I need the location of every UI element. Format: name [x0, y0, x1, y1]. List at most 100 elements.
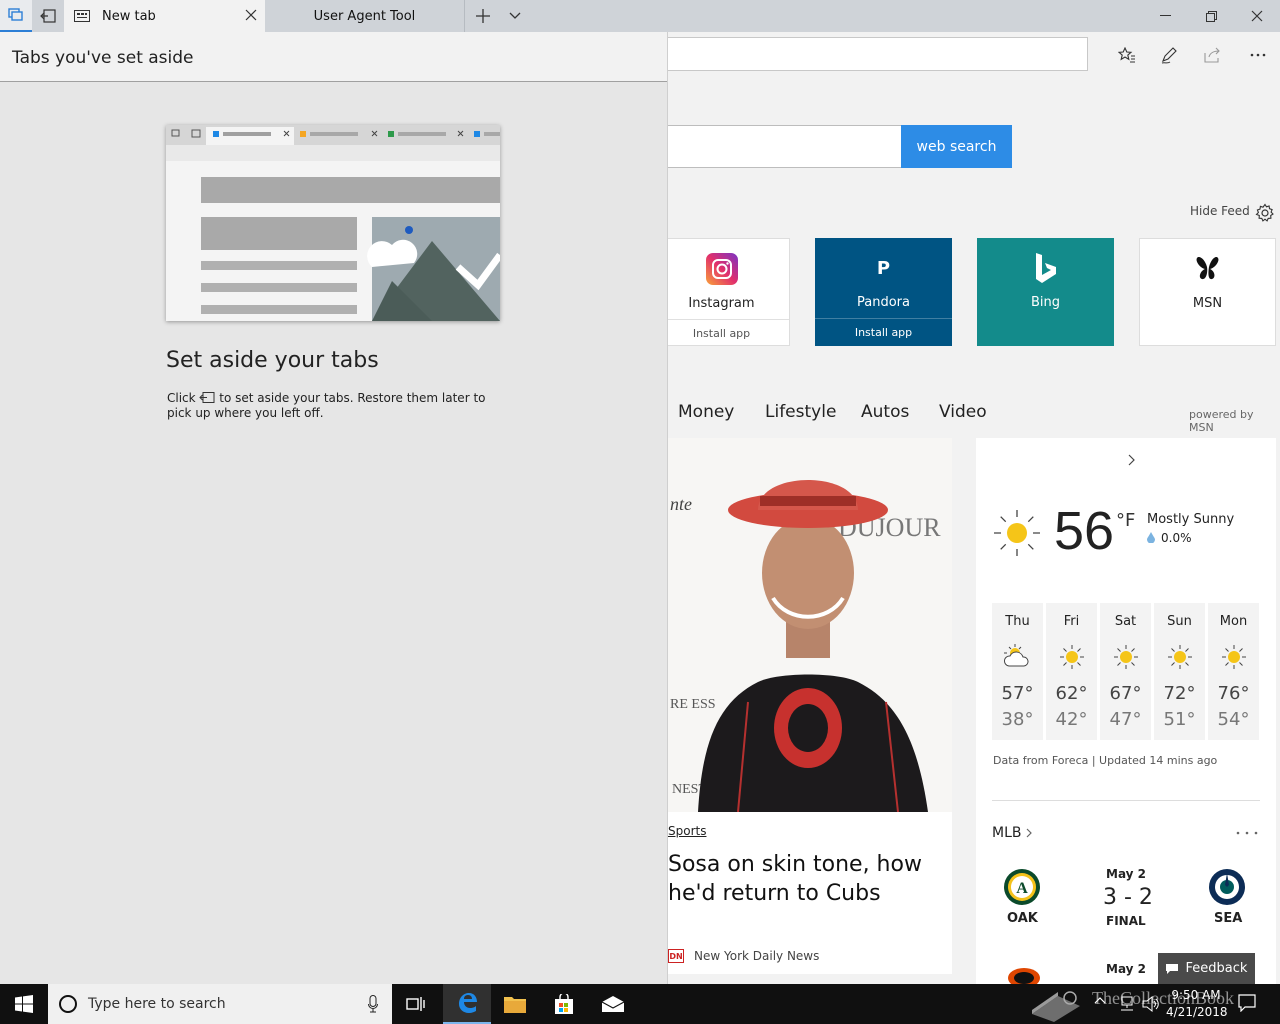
chat-icon [1165, 963, 1178, 974]
tab-preview-chevron-icon[interactable] [499, 0, 531, 32]
more-options-icon[interactable] [1243, 40, 1273, 70]
news-headline[interactable]: Sosa on skin tone, how he'd return to Cu… [668, 850, 938, 908]
set-aside-illustration [166, 125, 500, 321]
tile-pandora[interactable]: P Pandora Install app [815, 238, 952, 346]
action-center-icon[interactable] [1238, 994, 1256, 1012]
nav-money[interactable]: Money [678, 402, 734, 422]
volume-icon[interactable] [1142, 996, 1160, 1012]
address-bar[interactable] [662, 37, 1088, 71]
tile-name: MSN [1192, 296, 1223, 311]
edge-taskbar-icon[interactable] [443, 984, 491, 1024]
nav-autos[interactable]: Autos [861, 402, 909, 422]
temp-unit: °F [1116, 510, 1136, 531]
weather-source: Data from Foreca | Updated 14 mins ago [993, 754, 1218, 767]
hide-feed-link[interactable]: Hide Feed [1190, 204, 1250, 218]
panel-description: Click to set aside your tabs. Restore th… [167, 391, 497, 421]
game-status: FINAL [1106, 914, 1146, 928]
tile-msn[interactable]: MSN [1139, 238, 1276, 346]
svg-text:A: A [1016, 880, 1028, 897]
tile-instagram[interactable]: Instagram Install app [653, 238, 790, 346]
task-view-icon[interactable] [392, 984, 440, 1024]
store-icon[interactable] [540, 984, 588, 1024]
team-home: OAK [1007, 911, 1038, 926]
pandora-icon: P [876, 258, 891, 279]
set-aside-tabs-icon [199, 392, 215, 403]
desc-click: Click [167, 391, 196, 405]
powered-by-msn: powered by MSN [1189, 408, 1254, 434]
nav-video[interactable]: Video [939, 402, 987, 422]
cortana-circle-icon [58, 994, 78, 1014]
tab-new-tab[interactable]: New tab [64, 0, 265, 32]
svg-text:nte: nte [670, 494, 692, 514]
news-card[interactable]: Sports Sosa on skin tone, how he'd retur… [668, 812, 952, 974]
network-icon[interactable] [1118, 996, 1136, 1012]
chevron-up-icon[interactable] [1094, 996, 1106, 1004]
pen-notes-icon[interactable] [1154, 40, 1184, 70]
weather-condition: Mostly Sunny [1147, 512, 1235, 527]
svg-text:RE ESS: RE ESS [670, 697, 716, 712]
desc-rest: to set aside your tabs. Restore them lat… [167, 391, 486, 420]
file-explorer-icon[interactable] [491, 984, 539, 1024]
tab-label: User Agent Tool [313, 8, 416, 24]
mariners-logo-icon [1208, 868, 1246, 906]
sun-icon [1059, 644, 1085, 670]
close-tab-icon[interactable] [245, 9, 257, 21]
windows-start-icon[interactable] [0, 984, 48, 1024]
tile-name: Bing [1030, 295, 1061, 310]
tab-label: New tab [102, 8, 156, 24]
install-app-link[interactable]: Install app [654, 319, 789, 340]
panel-heading: Set aside your tabs [166, 348, 379, 373]
restore-button[interactable] [1188, 0, 1234, 32]
chevron-right-icon[interactable] [1128, 454, 1136, 466]
feedback-label: Feedback [1185, 961, 1248, 976]
mlb-title[interactable]: MLB [992, 825, 1021, 841]
tabs-aside-icon[interactable] [0, 0, 32, 32]
microphone-icon[interactable] [368, 995, 378, 1013]
taskbar-search-box[interactable]: Type here to search [48, 984, 392, 1024]
new-tab-button[interactable] [467, 0, 499, 32]
new-tab-page-icon [74, 10, 90, 22]
feedback-button[interactable]: Feedback [1158, 953, 1255, 984]
mail-icon[interactable] [589, 984, 637, 1024]
athletics-logo-icon: A [1003, 868, 1041, 906]
msn-butterfly-icon [1194, 253, 1222, 285]
watermark-logo-icon [1028, 984, 1084, 1024]
news-source: New York Daily News [694, 949, 820, 963]
web-search-button[interactable]: web search [901, 125, 1012, 168]
sun-icon [992, 508, 1042, 558]
bing-icon [1034, 252, 1058, 284]
chevron-right-icon[interactable] [1026, 828, 1032, 838]
set-aside-tabs-icon[interactable] [32, 0, 64, 32]
game-date: May 2 [1106, 962, 1147, 976]
settings-gear-icon[interactable] [1255, 203, 1275, 223]
news-photo[interactable]: DUJOUR nte RE ESS NEST [668, 438, 952, 812]
news-category[interactable]: Sports [668, 824, 706, 838]
tab-user-agent-tool[interactable]: User Agent Tool [265, 0, 465, 32]
close-window-button[interactable] [1234, 0, 1280, 32]
partly-cloudy-icon [1003, 644, 1033, 668]
install-app-link[interactable]: Install app [815, 318, 952, 339]
minimize-button[interactable] [1142, 0, 1188, 32]
more-options-icon[interactable] [1236, 831, 1258, 835]
tile-name: Pandora [857, 295, 910, 310]
sun-icon [1113, 644, 1139, 670]
nav-lifestyle[interactable]: Lifestyle [765, 402, 836, 422]
clock-date[interactable]: 4/21/2018 [1166, 1005, 1228, 1019]
forecast-day: Thu 57° 38° [992, 603, 1043, 740]
favorites-star-icon[interactable] [1112, 40, 1142, 70]
current-temp: 56 [1054, 501, 1115, 561]
raindrop-icon [1147, 532, 1155, 543]
forecast-day: Mon 76° 54° [1208, 603, 1259, 740]
precipitation: 0.0% [1161, 531, 1192, 545]
panel-title: Tabs you've set aside [12, 48, 194, 68]
tile-name: Instagram [688, 296, 755, 311]
panel-header: Tabs you've set aside [0, 32, 667, 82]
taskbar-search-placeholder: Type here to search [88, 996, 226, 1012]
news-source-logo: DN [668, 949, 684, 963]
game-date: May 2 [1106, 867, 1147, 881]
forecast-day: Sat 67° 47° [1100, 603, 1151, 740]
clock-time[interactable]: 9:50 AM [1170, 988, 1222, 1002]
tile-bing[interactable]: Bing [977, 238, 1114, 346]
share-icon[interactable] [1198, 40, 1228, 70]
web-search-input[interactable] [662, 125, 902, 168]
